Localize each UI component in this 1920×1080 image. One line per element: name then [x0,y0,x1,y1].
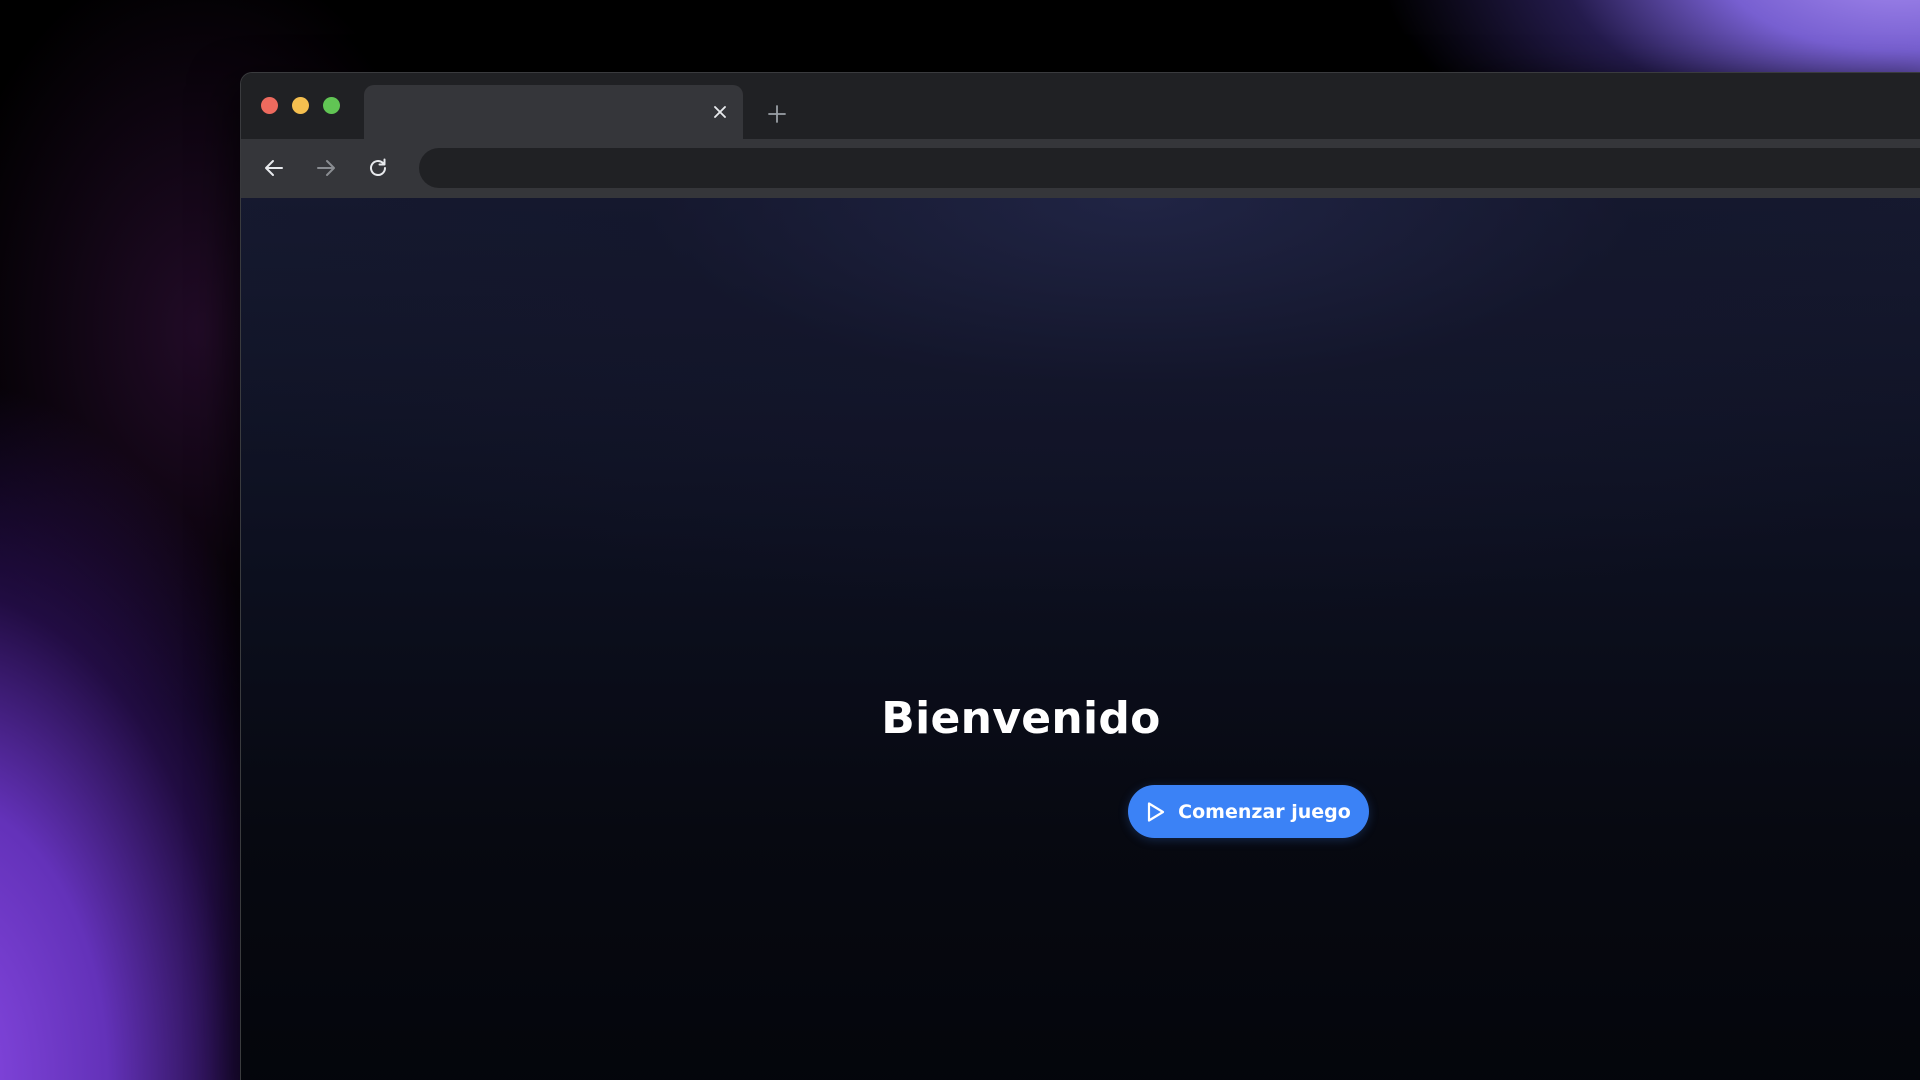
window-close-button[interactable] [261,97,278,114]
page-viewport: Bienvenido Comenzar juego [241,198,1920,1080]
window-minimize-button[interactable] [292,97,309,114]
close-icon[interactable] [707,99,733,125]
desktop-background: Bienvenido Comenzar juego [0,0,1920,1080]
window-maximize-button[interactable] [323,97,340,114]
page-title: Bienvenido [881,693,1161,744]
browser-window: Bienvenido Comenzar juego [240,72,1920,1080]
browser-tab[interactable] [364,85,743,141]
address-input[interactable] [437,148,1641,190]
address-bar[interactable] [419,148,1920,190]
plus-icon[interactable] [762,99,792,129]
arrow-right-icon[interactable] [310,152,342,184]
tab-strip [241,73,1920,141]
play-icon [1146,801,1166,823]
browser-toolbar [241,139,1920,198]
reload-icon[interactable] [362,152,394,184]
start-game-button[interactable]: Comenzar juego [1128,785,1369,838]
start-game-label: Comenzar juego [1178,800,1351,823]
arrow-left-icon[interactable] [258,152,290,184]
